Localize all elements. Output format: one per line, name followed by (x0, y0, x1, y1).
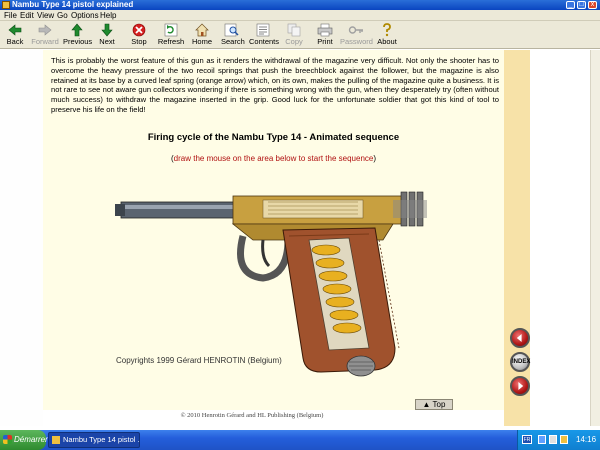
task-app-icon (52, 436, 60, 444)
title-bar: Nambu Type 14 pistol explained _ □ x (0, 0, 600, 10)
previous-label: Previous (63, 37, 93, 46)
taskbar: Démarrer Nambu Type 14 pistol ... FR 14:… (0, 430, 600, 450)
search-label: Search (221, 37, 245, 46)
menu-edit[interactable]: Edit (20, 10, 34, 21)
instruction-close-paren: ) (373, 154, 377, 163)
print-icon (317, 23, 333, 37)
vertical-scrollbar[interactable] (590, 50, 600, 426)
forward-button[interactable]: Forward (30, 23, 60, 48)
app-icon (2, 1, 10, 9)
contents-label: Contents (249, 37, 280, 46)
print-button[interactable]: Print (314, 23, 336, 48)
page-footer: © 2010 Henrotin Gérard and HL Publishing… (180, 412, 324, 419)
forward-arrow-icon (38, 24, 52, 36)
search-icon (224, 23, 239, 37)
image-copyright: Copyrights 1999 Gérard HENROTIN (Belgium… (116, 356, 282, 365)
menu-help[interactable]: Help (100, 10, 116, 21)
instruction-text[interactable]: draw the mouse on the area below to star… (174, 154, 374, 163)
back-button[interactable]: Back (4, 23, 26, 48)
password-button[interactable]: Password (340, 23, 373, 48)
language-indicator[interactable]: FR (522, 435, 532, 444)
left-arrow-icon (516, 334, 522, 342)
key-icon (348, 26, 363, 34)
maximize-button[interactable]: □ (577, 1, 586, 9)
nav-previous-button[interactable] (510, 328, 530, 348)
animation-instruction: (draw the mouse on the area below to sta… (43, 154, 504, 163)
taskbar-item-label: Nambu Type 14 pistol ... (63, 435, 140, 444)
up-arrow-icon (71, 23, 83, 37)
network-icon[interactable] (538, 435, 546, 444)
menu-file[interactable]: File (4, 10, 17, 21)
back-arrow-icon (8, 24, 22, 36)
copy-button[interactable]: Copy (284, 23, 304, 48)
print-label: Print (317, 37, 333, 46)
top-button[interactable]: ▲ Top (415, 399, 453, 410)
section-title: Firing cycle of the Nambu Type 14 - Anim… (147, 132, 400, 143)
stop-icon (132, 23, 146, 37)
left-margin (0, 50, 43, 426)
contents-button[interactable]: Contents (249, 23, 280, 48)
menu-options[interactable]: Options (71, 10, 99, 21)
window-title: Nambu Type 14 pistol explained (12, 0, 134, 9)
toolbar: Back Forward Previous Next Stop Refresh … (0, 21, 600, 49)
content-area: This is probably the worst feature of th… (0, 50, 600, 426)
stop-button[interactable]: Stop (128, 23, 150, 48)
minimize-button[interactable]: _ (566, 1, 575, 9)
system-tray: FR 14:16 (517, 430, 600, 450)
refresh-button[interactable]: Refresh (157, 23, 185, 48)
menu-bar: File Edit View Go Options Help (0, 10, 600, 21)
article-page: This is probably the worst feature of th… (43, 50, 504, 410)
refresh-icon (164, 23, 178, 37)
top-arrow-icon: ▲ (422, 400, 433, 409)
start-button[interactable]: Démarrer (0, 430, 48, 450)
about-icon (383, 23, 391, 37)
stop-label: Stop (131, 37, 147, 46)
clock: 14:16 (576, 435, 597, 444)
nav-next-button[interactable] (510, 376, 530, 396)
copy-label: Copy (285, 37, 303, 46)
search-button[interactable]: Search (221, 23, 245, 48)
browser-window: Nambu Type 14 pistol explained _ □ x Fil… (0, 0, 600, 450)
previous-button[interactable]: Previous (63, 23, 93, 48)
about-label: About (377, 37, 397, 46)
tray-app-icon[interactable] (560, 435, 568, 444)
copy-icon (287, 23, 301, 37)
about-button[interactable]: About (376, 23, 398, 48)
forward-label: Forward (31, 37, 59, 46)
article-paragraph: This is probably the worst feature of th… (51, 56, 499, 114)
top-label: Top (432, 400, 446, 409)
nav-index-button[interactable]: INDEX (510, 352, 530, 372)
menu-go[interactable]: Go (57, 10, 68, 21)
close-button[interactable]: x (588, 1, 597, 9)
windows-logo-icon (3, 435, 12, 444)
down-arrow-icon (101, 23, 113, 37)
next-label: Next (99, 37, 115, 46)
refresh-label: Refresh (157, 37, 185, 46)
next-button[interactable]: Next (96, 23, 118, 48)
volume-icon[interactable] (549, 435, 557, 444)
taskbar-item[interactable]: Nambu Type 14 pistol ... (48, 432, 140, 448)
home-button[interactable]: Home (191, 23, 213, 48)
password-label: Password (340, 37, 373, 46)
menu-view[interactable]: View (37, 10, 54, 21)
start-label: Démarrer (14, 435, 48, 444)
pistol-cutaway-image[interactable] (113, 180, 453, 380)
home-icon (195, 23, 209, 37)
home-label: Home (191, 37, 212, 46)
contents-icon (256, 23, 270, 37)
back-label: Back (6, 37, 24, 46)
right-arrow-icon (518, 382, 524, 390)
